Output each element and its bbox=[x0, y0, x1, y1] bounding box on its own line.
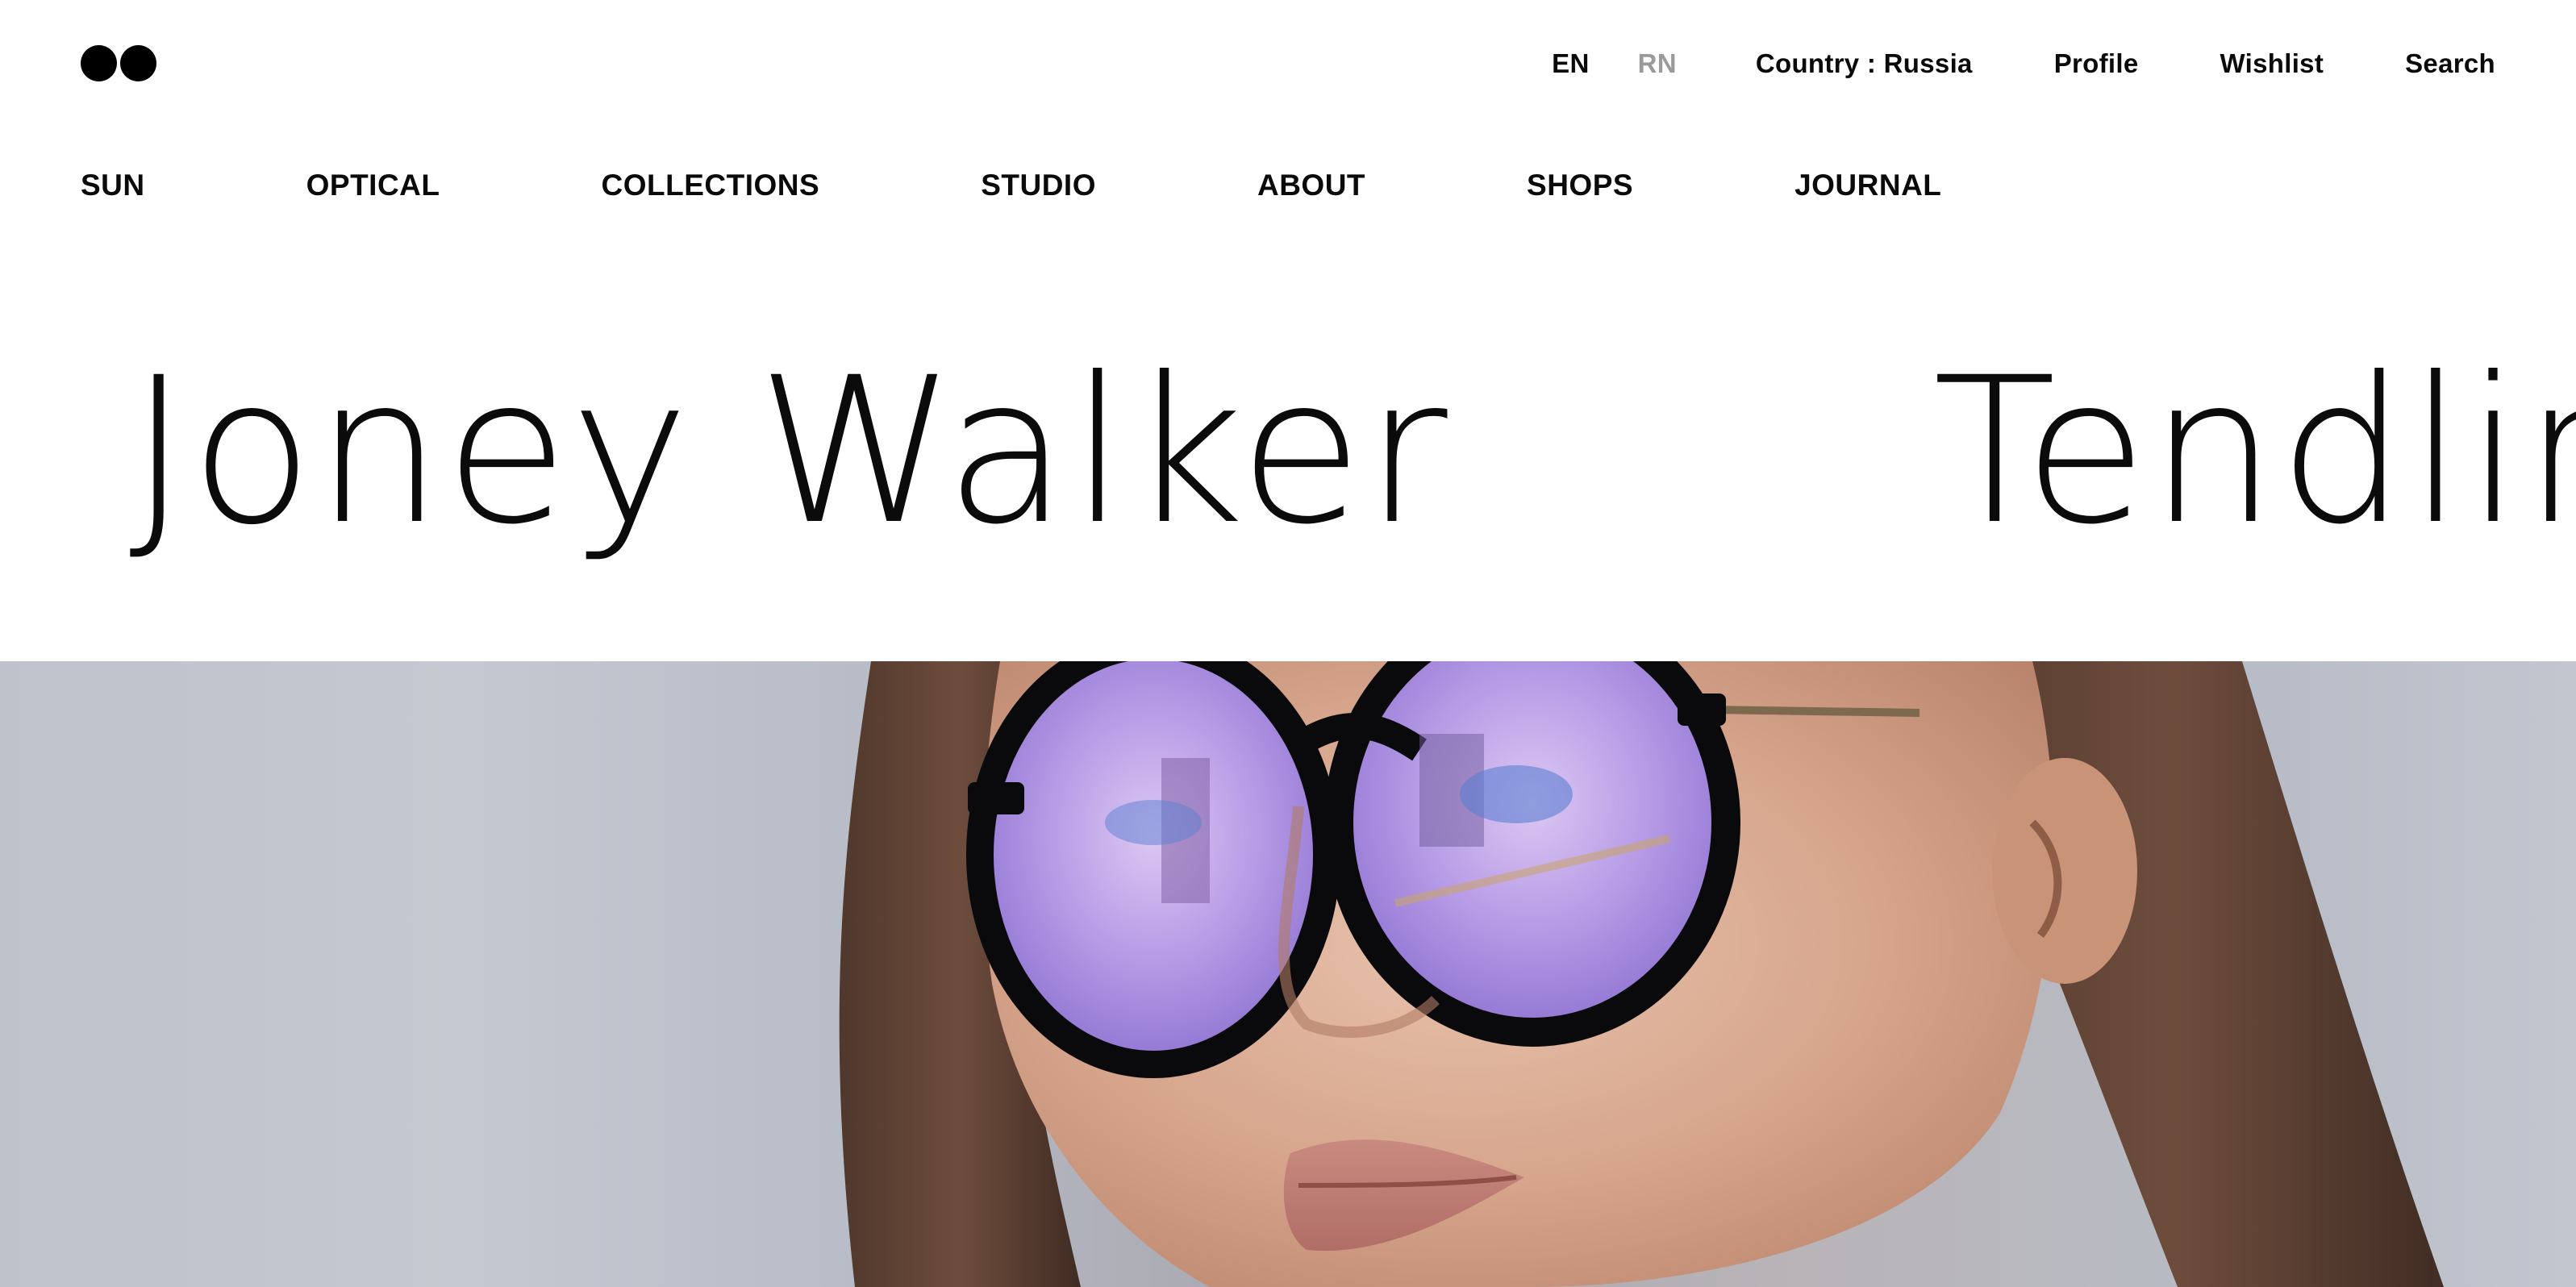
search-link[interactable]: Search bbox=[2405, 48, 2495, 79]
wishlist-link[interactable]: Wishlist bbox=[2220, 48, 2324, 79]
nav-item-sun[interactable]: SUN bbox=[81, 169, 145, 202]
hero-photo bbox=[839, 661, 2444, 1287]
nav-item-studio[interactable]: STUDIO bbox=[981, 169, 1096, 202]
logo[interactable] bbox=[81, 45, 156, 82]
nav-item-about[interactable]: ABOUT bbox=[1257, 169, 1365, 202]
marquee-track: Joney Walker Tendlin bbox=[129, 339, 2576, 564]
country-selector[interactable]: Country : Russia bbox=[1756, 48, 1973, 79]
language-rn[interactable]: RN bbox=[1638, 48, 1677, 79]
hero-image bbox=[0, 661, 2576, 1287]
main-nav: SUN OPTICAL COLLECTIONS STUDIO ABOUT SHO… bbox=[81, 166, 1941, 205]
logo-dot-left bbox=[81, 45, 117, 81]
nav-item-optical[interactable]: OPTICAL bbox=[306, 169, 440, 202]
nav-item-collections[interactable]: COLLECTIONS bbox=[602, 169, 820, 202]
brand-marquee: Joney Walker Tendlin bbox=[0, 339, 2576, 581]
logo-dot-right bbox=[120, 45, 156, 81]
brand-title[interactable]: Tendlin bbox=[1933, 339, 2576, 564]
profile-link[interactable]: Profile bbox=[2054, 48, 2139, 79]
brand-title[interactable]: Joney Walker bbox=[129, 339, 1449, 564]
nav-item-shops[interactable]: SHOPS bbox=[1527, 169, 1633, 202]
language-en[interactable]: EN bbox=[1552, 48, 1589, 79]
nav-item-journal[interactable]: JOURNAL bbox=[1794, 169, 1941, 202]
utility-nav: EN RN Country : Russia Profile Wishlist … bbox=[1552, 47, 2495, 81]
header: EN RN Country : Russia Profile Wishlist … bbox=[0, 0, 2576, 129]
